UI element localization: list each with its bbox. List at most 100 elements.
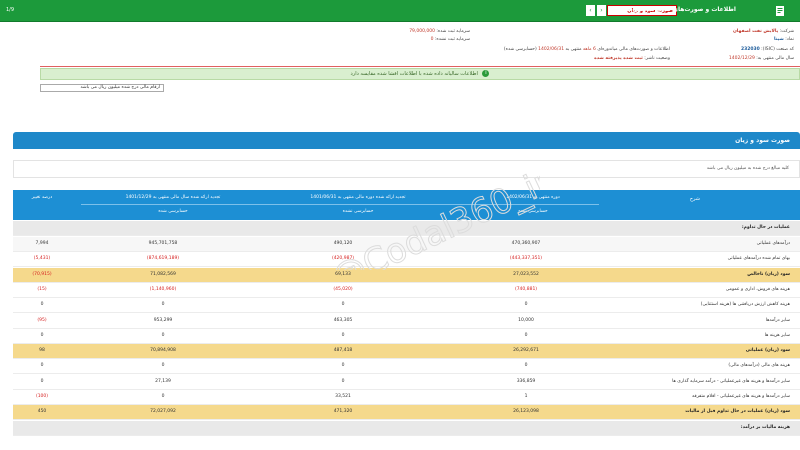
nav-arrows: ‹ ›: [586, 5, 606, 16]
header-sep: [81, 204, 599, 205]
cell-col2: 0: [341, 363, 345, 369]
table-row: سود (زیان) عملیاتی 26,292,671 487,418 70,89…: [13, 344, 800, 360]
cell-col1: 1: [524, 394, 528, 399]
capital-value: 79,000,000: [409, 29, 435, 34]
table-row: هزینه کاهش ارزش دریافتنی ها (هزینه استثن…: [13, 298, 800, 314]
row-label: سایر درآمدها: [765, 317, 790, 323]
divider: [40, 66, 800, 67]
unit-note-box: ارقام مالی درج شده میلیون ریال می باشد: [40, 84, 164, 92]
cell-col2: 471,320: [333, 409, 353, 415]
cell-col2: (420,987): [331, 256, 355, 262]
header-col1-sub: حسابرسی شده: [518, 209, 548, 214]
cell-col1: 0: [524, 302, 528, 308]
table-row: درآمدهای عملیاتی 470,360,907 490,120 945,70…: [13, 237, 800, 252]
section-row: عملیات در حال تداوم:: [13, 221, 800, 236]
cell-col3: 70,894,908: [150, 348, 176, 354]
cell-col4: (100): [35, 394, 49, 399]
prev-report-button[interactable]: ‹: [586, 5, 595, 16]
company-row: شرکت: پالایش نفت اصفهان: [732, 29, 794, 34]
table-row: سود (زیان) عملیات در حال تداوم قبل از ما…: [13, 405, 800, 421]
cell-col1: 0: [524, 363, 528, 369]
cell-col2: 490,120: [333, 241, 353, 246]
page-indicator: 1/9: [6, 7, 15, 13]
months-value: 6 ماهه: [583, 47, 596, 52]
notice-bar: i اطلاعات سالیانه داده شده با اطلاعات اف…: [40, 68, 800, 80]
row-label: سایر درآمدها و هزینه های غیرعملیاتی - اق…: [692, 394, 790, 399]
cell-col3: 953,299: [153, 317, 173, 323]
cell-col3: 0: [161, 332, 165, 338]
cell-col4: 98: [39, 348, 45, 354]
cell-col3: 27,139: [155, 378, 171, 384]
audit-status: (حسابرسی شده): [503, 47, 537, 52]
row-label: بهای تمام شده درآمدهای عملیاتی: [727, 256, 790, 262]
isic-value: 232030: [740, 47, 760, 52]
cell-col3: 71,082,569: [150, 271, 176, 277]
next-report-button[interactable]: ›: [597, 5, 606, 16]
cell-col4: 7,994: [35, 241, 49, 246]
cell-col3: (874,619,189): [146, 256, 180, 262]
fiscal-row: سال مالی منتهی به: 1402/12/29: [728, 56, 794, 61]
cell-col2: 0: [341, 332, 345, 338]
table-row: بهای تمام شده درآمدهای عملیاتی (443,337,3…: [13, 252, 800, 268]
cell-col4: 450: [37, 409, 47, 415]
header-col1: دوره منتهی به 1402/06/31: [506, 195, 560, 200]
cell-col4: (70,915): [32, 271, 52, 277]
cell-col1: 470,360,907: [511, 241, 541, 246]
section-row-label: عملیات در حال تداوم:: [741, 225, 790, 230]
cell-col1: 10,000: [518, 317, 534, 323]
notice-text: اطلاعات سالیانه داده شده با اطلاعات افشا…: [350, 71, 478, 77]
cell-col1: (740,881): [514, 286, 538, 292]
unregistered-capital-value: 0: [430, 37, 434, 42]
table-row: هزینه های فروش، اداری و عمومی (740,881) (4…: [13, 283, 800, 298]
cell-col2: 0: [341, 378, 345, 384]
cell-col1: 336,859: [516, 378, 536, 384]
symbol-value: شپنا: [774, 37, 784, 42]
row-label: هزینه های مالی (درآمدهای مالی): [728, 363, 790, 369]
unregistered-capital-row: سرمایه ثبت نشده: 0: [430, 37, 470, 42]
cell-col3: 72,027,092: [150, 409, 176, 415]
cell-col2: 487,418: [333, 348, 353, 354]
cell-col1: 26,123,098: [513, 409, 539, 415]
capital-row: سرمایه ثبت شده: 79,000,000: [409, 29, 470, 34]
period-row: اطلاعات و صورت‌های مالی میاندوره‌ای 6 ما…: [503, 47, 670, 52]
row-label: هزینه کاهش ارزش دریافتنی ها (هزینه استثن…: [700, 302, 790, 308]
cell-col2: 0: [341, 302, 345, 308]
header-desc: شرح: [689, 196, 700, 202]
header-col2-sub: حسابرسی نشده: [342, 209, 374, 214]
top-toolbar: 1/9 ‹ › صورت سود و زیان اطلاعات و صورت‌ه…: [0, 0, 800, 22]
table-row: هزینه مالیات بر درآمد:: [13, 420, 800, 436]
cell-col4: (95): [37, 317, 47, 323]
cell-col4: 0: [40, 302, 44, 308]
cell-col2: (45,020): [333, 286, 353, 292]
period-end-value: 1402/06/31: [538, 47, 565, 52]
cell-col2: 69,133: [335, 271, 351, 277]
cell-col3: 0: [161, 394, 165, 399]
cell-col4: 0: [40, 378, 44, 384]
cell-col3: (1,140,960): [149, 286, 177, 292]
cell-col4: 0: [40, 332, 44, 338]
isic-row: کد صنعت (ISIC): 232030: [740, 47, 794, 52]
publisher-status-row: وضعیت ناشر: ثبت شده پذیرفته شده: [594, 56, 670, 61]
cell-col3: 0: [161, 302, 165, 308]
table-row: سایر هزینه ها 0 0 0 0: [13, 329, 800, 344]
cell-col3: 0: [161, 363, 165, 369]
header-col2: تجدید ارائه شده دوره مالی منتهی به 1401/…: [310, 195, 406, 200]
cell-col1: 27,023,552: [513, 271, 539, 277]
page-title: اطلاعات و صورت‌های مالی میاندوره‌ای: [621, 6, 736, 13]
table-header-cells: شرح دوره منتهی به 1402/06/31 تجدید ارائه…: [13, 190, 800, 220]
table-row: سایر درآمدها 10,000 463,305 953,299 (95): [13, 314, 800, 329]
publisher-status-value: ثبت شده پذیرفته شده: [594, 56, 643, 61]
section-title: صورت سود و زیان: [13, 132, 800, 149]
header-col4: درصد تغییر: [31, 195, 53, 200]
table-row: سایر درآمدها و هزینه های غیرعملیاتی - اق…: [13, 390, 800, 405]
row-label: سود (زیان) عملیات در حال تداوم قبل از ما…: [685, 409, 790, 415]
row-label: سود (زیان) عملیاتی: [745, 348, 790, 354]
table-row: سایر درآمدها و هزینه های غیرعملیاتی - در…: [13, 375, 800, 390]
report-icon: [776, 6, 784, 16]
header-col3-sub: حسابرسی شده: [158, 209, 188, 214]
section-note: کلیه مبالغ درج شده به میلیون ریال می باش…: [13, 160, 800, 178]
cell-col1: 26,292,671: [513, 348, 539, 354]
cell-col2: 463,305: [333, 317, 353, 323]
row-label: هزینه مالیات بر درآمد:: [740, 424, 790, 430]
cell-col4: (5,431): [33, 256, 51, 262]
